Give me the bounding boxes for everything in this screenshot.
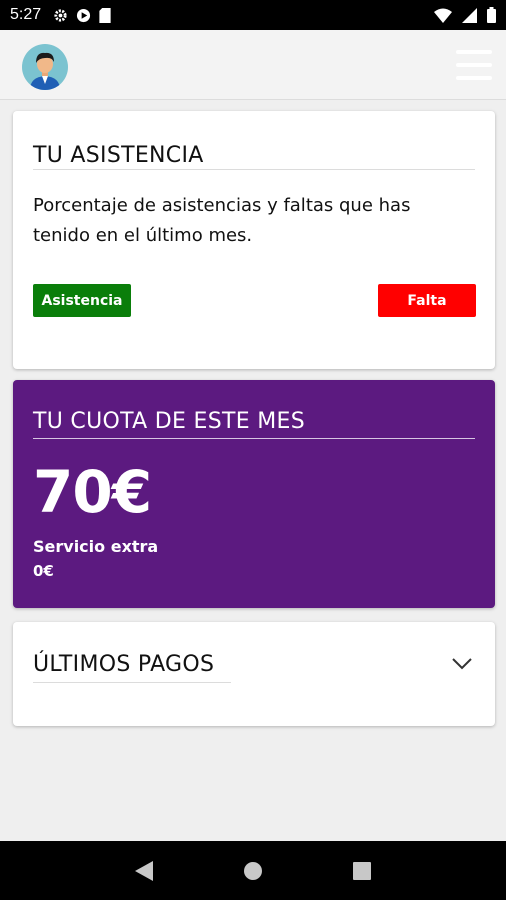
home-icon[interactable] xyxy=(243,861,263,881)
attendance-description: Porcentaje de asistencias y faltas que h… xyxy=(33,195,411,246)
gear-icon xyxy=(53,8,68,23)
absent-badge: Falta xyxy=(378,284,476,317)
status-time: 5:27 xyxy=(10,6,42,23)
recents-icon[interactable] xyxy=(353,861,371,880)
extra-service-label: Servicio extra xyxy=(33,537,159,556)
present-badge: Asistencia xyxy=(33,284,131,317)
back-icon[interactable] xyxy=(135,860,153,881)
avatar[interactable] xyxy=(22,44,68,90)
wifi-icon xyxy=(434,8,452,23)
hamburger-menu-icon[interactable] xyxy=(456,50,492,80)
divider xyxy=(33,169,475,170)
sd-card-icon xyxy=(99,7,111,23)
payments-title: ÚLTIMOS PAGOS xyxy=(33,652,215,677)
status-bar: 5:27 xyxy=(0,0,506,30)
app-header xyxy=(0,30,506,100)
extra-service-value: 0€ xyxy=(33,562,54,580)
battery-icon xyxy=(487,7,496,23)
divider xyxy=(33,438,475,439)
attendance-card: TU ASISTENCIA Porcentaje de asistencias … xyxy=(13,111,495,369)
play-icon xyxy=(76,8,91,23)
fee-title: TU CUOTA DE ESTE MES xyxy=(33,409,305,434)
chevron-down-icon[interactable] xyxy=(451,656,473,675)
fee-amount: 70€ xyxy=(33,458,152,526)
divider xyxy=(33,682,231,683)
payments-card[interactable]: ÚLTIMOS PAGOS xyxy=(13,622,495,726)
system-nav-bar xyxy=(0,841,506,900)
attendance-title: TU ASISTENCIA xyxy=(33,143,204,168)
signal-icon xyxy=(462,7,477,23)
fee-card: TU CUOTA DE ESTE MES 70€ Servicio extra … xyxy=(13,380,495,608)
